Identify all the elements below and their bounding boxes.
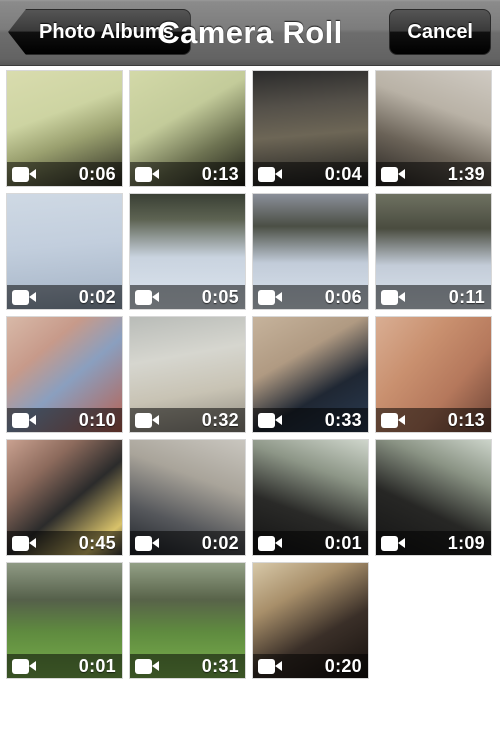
video-thumbnail[interactable]: 0:13 <box>129 70 246 187</box>
video-camera-icon <box>135 289 159 305</box>
video-thumbnail[interactable]: 0:01 <box>252 439 369 556</box>
video-duration: 0:33 <box>324 410 362 430</box>
video-thumbnail[interactable]: 0:32 <box>129 316 246 433</box>
video-thumbnail[interactable]: 0:04 <box>252 70 369 187</box>
video-duration: 0:10 <box>78 410 116 430</box>
video-camera-icon <box>381 289 405 305</box>
video-duration: 0:13 <box>447 410 485 430</box>
video-camera-icon <box>381 535 405 551</box>
video-thumbnail-grid[interactable]: 0:06 0:13 0:04 1:39 0:02 0:05 0:06 0:11 0:10 0:32… <box>0 66 500 685</box>
video-thumbnail[interactable]: 0:20 <box>252 562 369 679</box>
video-duration: 1:09 <box>447 533 485 553</box>
video-badge: 0:45 <box>7 531 122 555</box>
video-thumbnail[interactable]: 0:06 <box>6 70 123 187</box>
video-duration: 0:13 <box>201 164 239 184</box>
video-badge: 0:10 <box>7 408 122 432</box>
video-badge: 0:13 <box>376 408 491 432</box>
video-camera-icon <box>12 289 36 305</box>
video-badge: 1:09 <box>376 531 491 555</box>
video-duration: 0:11 <box>448 287 485 307</box>
video-badge: 0:01 <box>7 654 122 678</box>
cancel-button[interactable]: Cancel <box>389 9 491 55</box>
video-duration: 0:06 <box>324 287 362 307</box>
video-camera-icon <box>12 535 36 551</box>
video-badge: 0:33 <box>253 408 368 432</box>
video-thumbnail[interactable]: 1:39 <box>375 70 492 187</box>
video-thumbnail[interactable]: 0:10 <box>6 316 123 433</box>
video-badge: 0:02 <box>7 285 122 309</box>
video-badge: 0:13 <box>130 162 245 186</box>
video-thumbnail[interactable]: 0:02 <box>129 439 246 556</box>
video-duration: 0:04 <box>324 164 362 184</box>
video-duration: 0:02 <box>201 533 239 553</box>
video-duration: 0:31 <box>201 656 239 676</box>
video-thumbnail[interactable]: 0:11 <box>375 193 492 310</box>
video-thumbnail[interactable]: 0:33 <box>252 316 369 433</box>
video-thumbnail[interactable]: 0:06 <box>252 193 369 310</box>
video-thumbnail[interactable]: 0:45 <box>6 439 123 556</box>
video-camera-icon <box>12 412 36 428</box>
video-camera-icon <box>258 289 282 305</box>
video-badge: 0:06 <box>7 162 122 186</box>
video-badge: 0:31 <box>130 654 245 678</box>
video-duration: 0:32 <box>201 410 239 430</box>
video-duration: 0:20 <box>324 656 362 676</box>
video-badge: 0:11 <box>376 285 491 309</box>
video-badge: 0:02 <box>130 531 245 555</box>
video-camera-icon <box>12 658 36 674</box>
video-badge: 0:32 <box>130 408 245 432</box>
video-badge: 0:04 <box>253 162 368 186</box>
video-badge: 0:05 <box>130 285 245 309</box>
video-camera-icon <box>381 412 405 428</box>
video-camera-icon <box>381 166 405 182</box>
video-duration: 0:02 <box>78 287 116 307</box>
video-camera-icon <box>258 166 282 182</box>
video-duration: 0:06 <box>78 164 116 184</box>
video-badge: 1:39 <box>376 162 491 186</box>
video-duration: 1:39 <box>447 164 485 184</box>
video-thumbnail[interactable]: 0:05 <box>129 193 246 310</box>
video-camera-icon <box>258 535 282 551</box>
video-camera-icon <box>135 412 159 428</box>
video-camera-icon <box>258 658 282 674</box>
cancel-button-label: Cancel <box>407 20 473 43</box>
video-thumbnail[interactable]: 0:01 <box>6 562 123 679</box>
video-thumbnail[interactable]: 1:09 <box>375 439 492 556</box>
video-thumbnail[interactable]: 0:13 <box>375 316 492 433</box>
video-camera-icon <box>135 658 159 674</box>
video-camera-icon <box>258 412 282 428</box>
video-duration: 0:01 <box>324 533 362 553</box>
video-thumbnail[interactable]: 0:02 <box>6 193 123 310</box>
video-camera-icon <box>12 166 36 182</box>
video-camera-icon <box>135 166 159 182</box>
video-duration: 0:05 <box>201 287 239 307</box>
video-badge: 0:01 <box>253 531 368 555</box>
video-badge: 0:20 <box>253 654 368 678</box>
navigation-bar: Photo Albums Camera Roll Cancel <box>0 0 500 66</box>
back-button-photo-albums[interactable]: Photo Albums <box>8 9 191 55</box>
video-thumbnail[interactable]: 0:31 <box>129 562 246 679</box>
back-button-label: Photo Albums <box>39 20 174 43</box>
video-duration: 0:45 <box>78 533 116 553</box>
video-badge: 0:06 <box>253 285 368 309</box>
video-camera-icon <box>135 535 159 551</box>
video-duration: 0:01 <box>78 656 116 676</box>
